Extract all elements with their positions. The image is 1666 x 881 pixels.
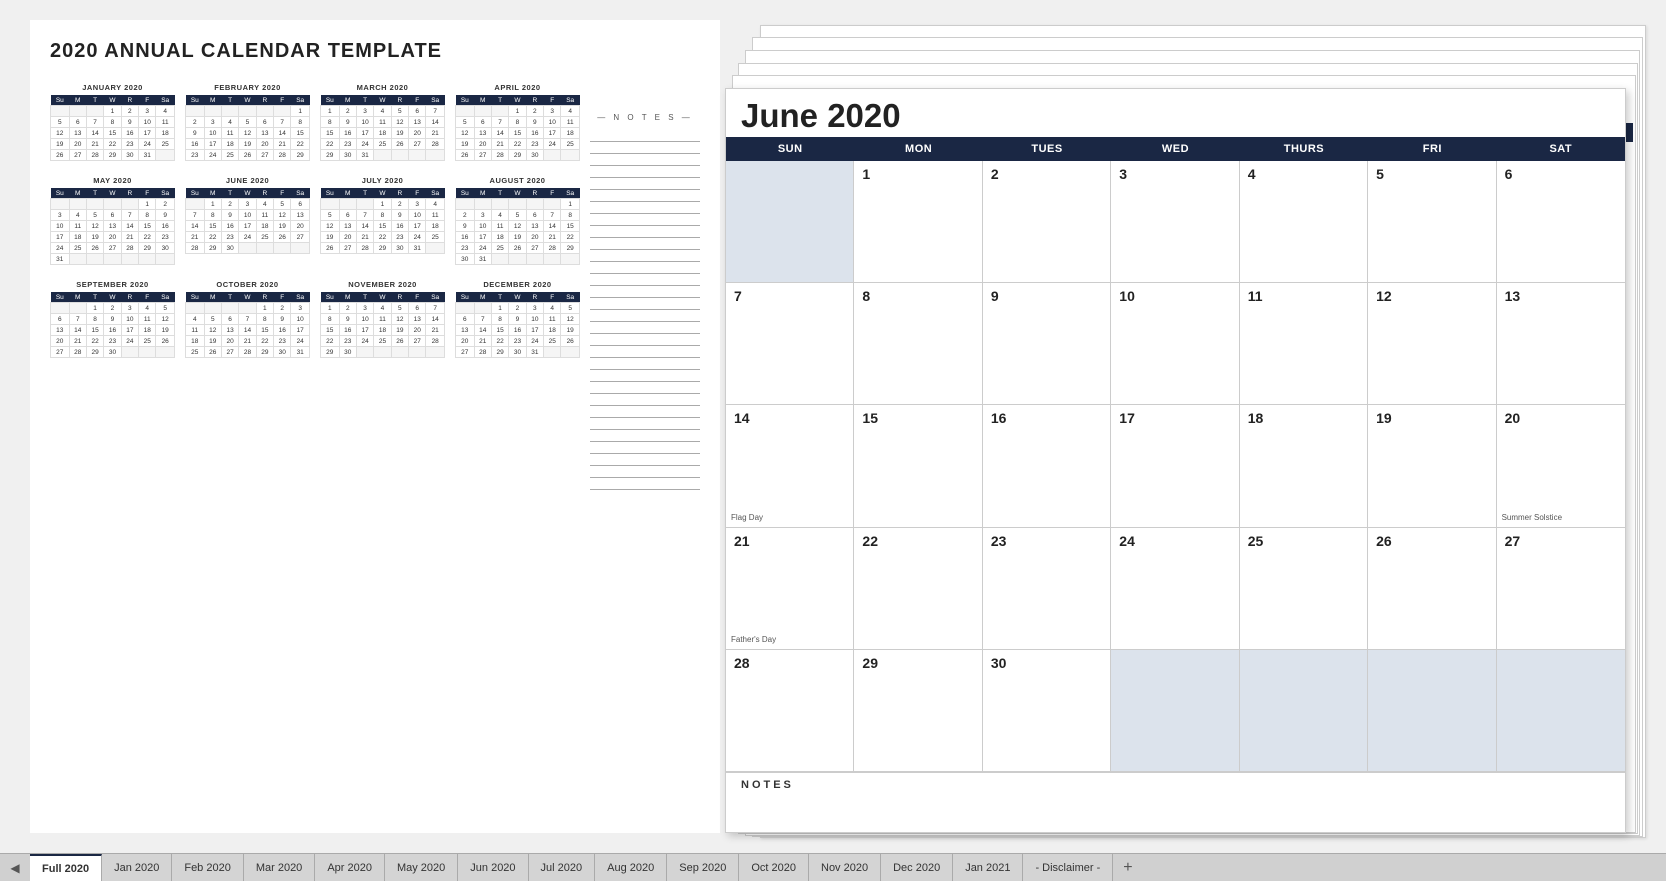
june-day-empty — [1497, 650, 1625, 771]
annual-overview: 2020 ANNUAL CALENDAR TEMPLATE JANUARY 20… — [30, 20, 720, 833]
mini-calendar-august-2020: AUGUST 2020SuMTWRFSa12345678910111213141… — [455, 176, 580, 265]
june-title: June 2020 — [726, 89, 1625, 137]
tab-oct-2020[interactable]: Oct 2020 — [739, 854, 809, 881]
june-day-20: 20Summer Solstice — [1497, 405, 1625, 526]
june-day-11: 11 — [1240, 283, 1368, 404]
june-week-2: 14Flag Day151617181920Summer Solstice — [726, 405, 1625, 527]
june-day-23: 23 — [983, 528, 1111, 649]
june-week-4: 282930 — [726, 650, 1625, 772]
monthly-stack: January 2020 SUN MON TUES WED THURS FRI … — [735, 20, 1636, 833]
june-day-29: 29 — [854, 650, 982, 771]
tab-aug-2020[interactable]: Aug 2020 — [595, 854, 667, 881]
months-grid: JANUARY 2020SuMTWRFSa1234567891011121314… — [50, 83, 580, 358]
june-day-16: 16 — [983, 405, 1111, 526]
tab-jul-2020[interactable]: Jul 2020 — [529, 854, 596, 881]
june-day-30: 30 — [983, 650, 1111, 771]
june-week-0: 123456 — [726, 161, 1625, 283]
june-day-empty — [1111, 650, 1239, 771]
event-summer-solstice: Summer Solstice — [1502, 513, 1562, 522]
mini-calendar-september-2020: SEPTEMBER 2020SuMTWRFSa12345678910111213… — [50, 280, 175, 358]
june-day-21: 21Father's Day — [726, 528, 854, 649]
mini-calendar-april-2020: APRIL 2020SuMTWRFSa123456789101112131415… — [455, 83, 580, 161]
june-day-14: 14Flag Day — [726, 405, 854, 526]
june-day-5: 5 — [1368, 161, 1496, 282]
event-flag-day: Flag Day — [731, 513, 763, 522]
june-day-17: 17 — [1111, 405, 1239, 526]
june-day-27: 27 — [1497, 528, 1625, 649]
june-day-18: 18 — [1240, 405, 1368, 526]
event-father's-day: Father's Day — [731, 635, 776, 644]
june-day-6: 6 — [1497, 161, 1625, 282]
tab-may-2020[interactable]: May 2020 — [385, 854, 458, 881]
add-tab-button[interactable]: + — [1113, 854, 1142, 881]
content-area: 2020 ANNUAL CALENDAR TEMPLATE JANUARY 20… — [0, 0, 1666, 853]
june-day-8: 8 — [854, 283, 982, 404]
june-day-13: 13 — [1497, 283, 1625, 404]
june-day-10: 10 — [1111, 283, 1239, 404]
june-day-26: 26 — [1368, 528, 1496, 649]
notes-column: — N O T E S — — [590, 83, 700, 490]
tab-apr-2020[interactable]: Apr 2020 — [315, 854, 385, 881]
june-day-25: 25 — [1240, 528, 1368, 649]
tab-jan-2021[interactable]: Jan 2021 — [953, 854, 1023, 881]
june-notes: NOTES — [726, 772, 1625, 832]
june-header-tues: TUES — [983, 137, 1111, 161]
june-card: June 2020 SUNMONTUESWEDTHURSFRISAT 12345… — [725, 88, 1626, 833]
tab-dec-2020[interactable]: Dec 2020 — [881, 854, 953, 881]
june-day-15: 15 — [854, 405, 982, 526]
june-header-thurs: THURS — [1240, 137, 1368, 161]
june-day-empty — [1368, 650, 1496, 771]
tab-jan-2020[interactable]: Jan 2020 — [102, 854, 172, 881]
mini-calendar-february-2020: FEBRUARY 2020SuMTWRFSa123456789101112131… — [185, 83, 310, 161]
june-day-9: 9 — [983, 283, 1111, 404]
june-day-12: 12 — [1368, 283, 1496, 404]
june-header-sat: SAT — [1497, 137, 1625, 161]
june-day-28: 28 — [726, 650, 854, 771]
june-header-row: SUNMONTUESWEDTHURSFRISAT — [726, 137, 1625, 161]
tab-mar-2020[interactable]: Mar 2020 — [244, 854, 315, 881]
june-day-3: 3 — [1111, 161, 1239, 282]
tab-bar: ◀ Full 2020Jan 2020Feb 2020Mar 2020Apr 2… — [0, 853, 1666, 881]
mini-calendar-october-2020: OCTOBER 2020SuMTWRFSa1234567891011121314… — [185, 280, 310, 358]
app-container: 2020 ANNUAL CALENDAR TEMPLATE JANUARY 20… — [0, 0, 1666, 881]
mini-calendar-december-2020: DECEMBER 2020SuMTWRFSa123456789101112131… — [455, 280, 580, 358]
june-header-fri: FRI — [1368, 137, 1496, 161]
mini-calendar-january-2020: JANUARY 2020SuMTWRFSa1234567891011121314… — [50, 83, 175, 161]
june-week-1: 78910111213 — [726, 283, 1625, 405]
june-notes-label: NOTES — [741, 779, 1610, 791]
tab-scroll-left[interactable]: ◀ — [0, 854, 30, 881]
june-body: 1234567891011121314Flag Day151617181920S… — [726, 161, 1625, 772]
june-header-mon: MON — [854, 137, 982, 161]
mini-calendar-march-2020: MARCH 2020SuMTWRFSa123456789101112131415… — [320, 83, 445, 161]
june-day-1: 1 — [854, 161, 982, 282]
tab-full-2020[interactable]: Full 2020 — [30, 854, 102, 881]
june-day-7: 7 — [726, 283, 854, 404]
notes-label-annual: — N O T E S — — [590, 113, 700, 122]
june-week-3: 21Father's Day222324252627 — [726, 528, 1625, 650]
june-day-22: 22 — [854, 528, 982, 649]
mini-calendar-may-2020: MAY 2020SuMTWRFSa12345678910111213141516… — [50, 176, 175, 265]
june-day-empty — [726, 161, 854, 282]
spreadsheet-area: 2020 ANNUAL CALENDAR TEMPLATE JANUARY 20… — [0, 0, 1666, 881]
annual-title: 2020 ANNUAL CALENDAR TEMPLATE — [50, 40, 700, 63]
tab-jun-2020[interactable]: Jun 2020 — [458, 854, 528, 881]
tab-nov-2020[interactable]: Nov 2020 — [809, 854, 881, 881]
june-day-24: 24 — [1111, 528, 1239, 649]
june-day-2: 2 — [983, 161, 1111, 282]
mini-calendar-june-2020: JUNE 2020SuMTWRFSa1234567891011121314151… — [185, 176, 310, 265]
mini-calendar-november-2020: NOVEMBER 2020SuMTWRFSa123456789101112131… — [320, 280, 445, 358]
june-day-19: 19 — [1368, 405, 1496, 526]
tabs-container: Full 2020Jan 2020Feb 2020Mar 2020Apr 202… — [30, 854, 1113, 881]
june-day-4: 4 — [1240, 161, 1368, 282]
tab-feb-2020[interactable]: Feb 2020 — [172, 854, 243, 881]
mini-calendar-july-2020: JULY 2020SuMTWRFSa1234567891011121314151… — [320, 176, 445, 265]
june-header-wed: WED — [1111, 137, 1239, 161]
tab-sep-2020[interactable]: Sep 2020 — [667, 854, 739, 881]
notes-lines — [590, 130, 700, 490]
june-header-sun: SUN — [726, 137, 854, 161]
june-day-empty — [1240, 650, 1368, 771]
tab--disclaimer-[interactable]: - Disclaimer - — [1023, 854, 1113, 881]
